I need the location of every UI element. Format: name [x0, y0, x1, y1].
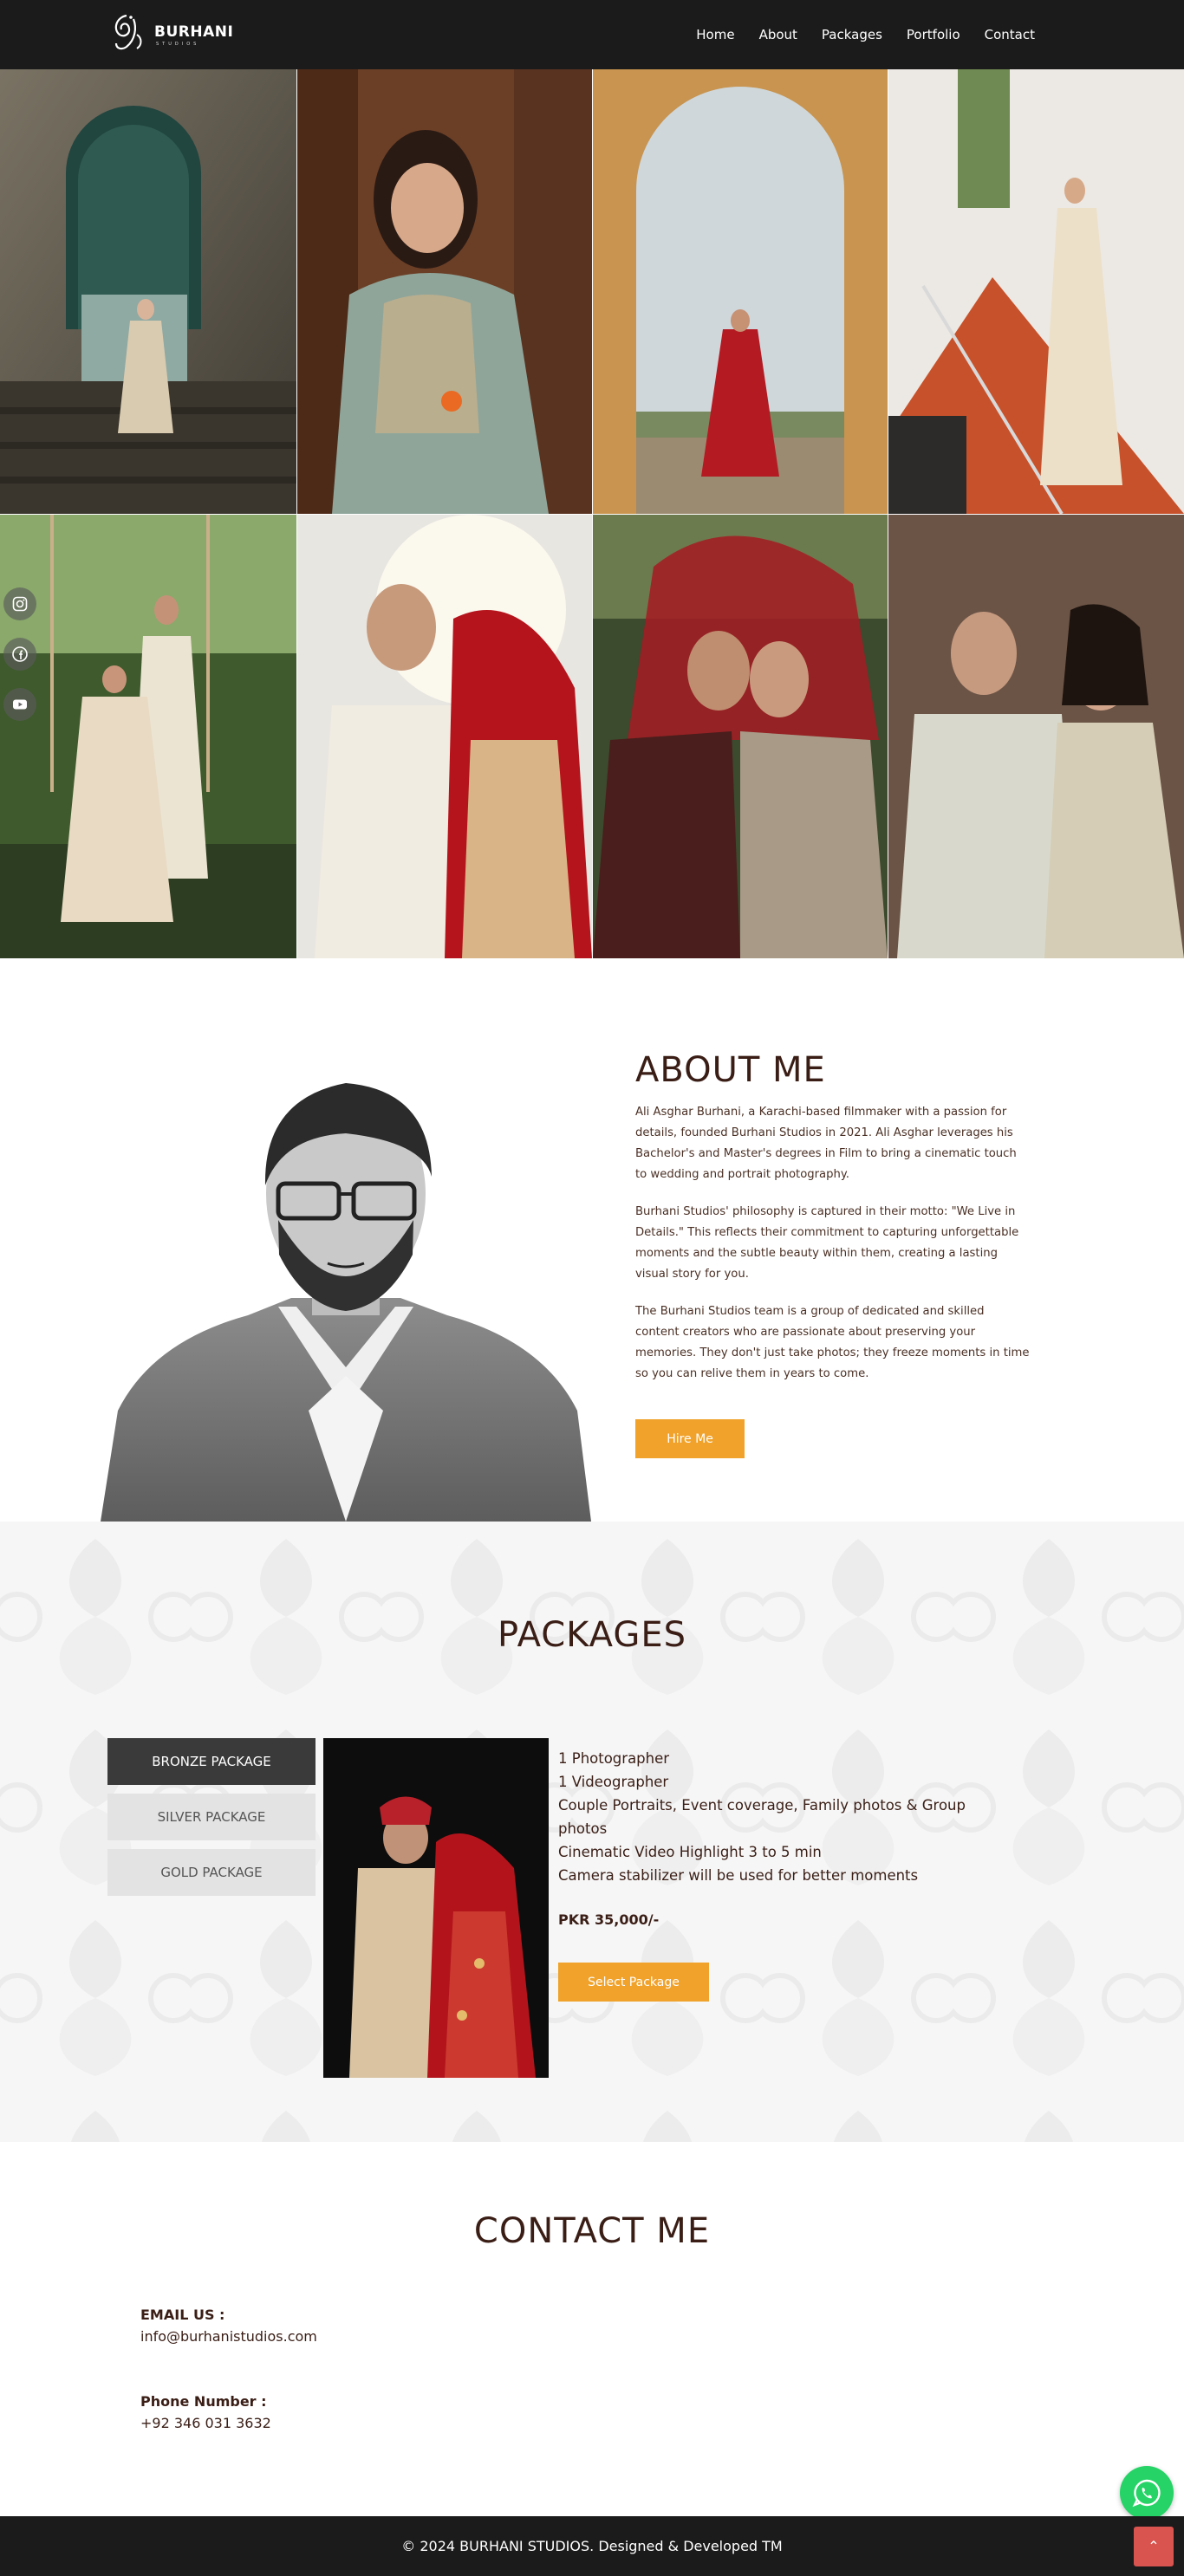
instagram-icon[interactable]: [3, 587, 36, 620]
hire-me-button[interactable]: Hire Me: [635, 1419, 745, 1458]
about-section: ABOUT ME Ali Asghar Burhani, a Karachi-b…: [0, 958, 1184, 1522]
contact-phone-block: Phone Number : +92 346 031 3632: [140, 2393, 271, 2431]
about-title: ABOUT ME: [635, 1050, 826, 1090]
nav-contact[interactable]: Contact: [973, 27, 1047, 42]
package-tabs: BRONZE PACKAGE SILVER PACKAGE GOLD PACKA…: [107, 1738, 316, 1904]
tab-bronze-package[interactable]: BRONZE PACKAGE: [107, 1738, 316, 1785]
social-links: [3, 587, 38, 738]
nav-packages[interactable]: Packages: [810, 27, 895, 42]
about-paragraph-2: Burhani Studios' philosophy is captured …: [635, 1205, 1019, 1281]
gallery-photo-1[interactable]: [0, 69, 296, 514]
nav-about[interactable]: About: [747, 27, 810, 42]
email-link[interactable]: info@burhanistudios.com: [140, 2328, 317, 2345]
package-feature: 1 Videographer: [558, 1774, 669, 1790]
gallery-photo-6[interactable]: [297, 515, 592, 958]
footer-copyright: © 2024 BURHANI STUDIOS. Designed & Devel…: [401, 2538, 783, 2554]
back-to-top-button[interactable]: ⌃: [1134, 2527, 1174, 2566]
nav-home[interactable]: Home: [684, 27, 746, 42]
phone-link[interactable]: +92 346 031 3632: [140, 2415, 271, 2431]
main-nav: Home About Packages Portfolio Contact: [684, 0, 1047, 69]
chevron-up-icon: ⌃: [1148, 2540, 1160, 2554]
package-feature: Couple Portraits, Event coverage, Family…: [558, 1797, 966, 1837]
email-label: EMAIL US :: [140, 2307, 225, 2323]
about-portrait-image: [101, 1047, 591, 1522]
whatsapp-icon: [1132, 2479, 1161, 2508]
packages-title: PACKAGES: [498, 1615, 686, 1655]
contact-email-block: EMAIL US : info@burhanistudios.com: [140, 2307, 317, 2345]
footer: © 2024 BURHANI STUDIOS. Designed & Devel…: [0, 2516, 1184, 2576]
brand-sub: STUDIOS: [156, 42, 200, 47]
gallery-photo-7[interactable]: [593, 515, 888, 958]
package-feature: Cinematic Video Highlight 3 to 5 min: [558, 1844, 822, 1860]
package-price: PKR 35,000/-: [558, 1911, 660, 1928]
packages-section: PACKAGES BRONZE PACKAGE SILVER PACKAGE G…: [0, 1522, 1184, 2142]
gallery-photo-4[interactable]: [888, 69, 1184, 514]
select-package-button[interactable]: Select Package: [558, 1963, 709, 2002]
package-photo: [323, 1738, 549, 2078]
about-paragraph-1: Ali Asghar Burhani, a Karachi-based film…: [635, 1106, 1017, 1181]
brand-logo[interactable]: BURHANI STUDIOS: [107, 9, 246, 61]
facebook-icon[interactable]: [3, 638, 36, 671]
youtube-icon[interactable]: [3, 688, 36, 721]
logo-mark-icon: [114, 14, 142, 50]
hero-gallery: [0, 69, 1184, 958]
gallery-photo-3[interactable]: [593, 69, 888, 514]
brand-name: BURHANI: [154, 23, 234, 41]
navbar: BURHANI STUDIOS Home About Packages Port…: [0, 0, 1184, 69]
package-feature: 1 Photographer: [558, 1750, 670, 1767]
gallery-photo-5[interactable]: [0, 515, 296, 958]
gallery-photo-2[interactable]: [297, 69, 592, 514]
contact-title: CONTACT ME: [473, 2211, 711, 2251]
about-paragraph-3: The Burhani Studios team is a group of d…: [635, 1305, 1030, 1380]
package-details: 1 Photographer 1 Videographer Couple Por…: [558, 1747, 992, 2002]
gallery-photo-8[interactable]: [888, 515, 1184, 958]
package-feature: Camera stabilizer will be used for bette…: [558, 1867, 919, 1884]
phone-label: Phone Number :: [140, 2393, 267, 2410]
tab-gold-package[interactable]: GOLD PACKAGE: [107, 1849, 316, 1896]
tab-silver-package[interactable]: SILVER PACKAGE: [107, 1794, 316, 1840]
contact-section: CONTACT ME EMAIL US : info@burhanistudio…: [0, 2142, 1184, 2516]
whatsapp-chat-button[interactable]: [1120, 2466, 1174, 2520]
nav-portfolio[interactable]: Portfolio: [895, 27, 973, 42]
about-content: ABOUT ME Ali Asghar Burhani, a Karachi-b…: [635, 1050, 1030, 1458]
